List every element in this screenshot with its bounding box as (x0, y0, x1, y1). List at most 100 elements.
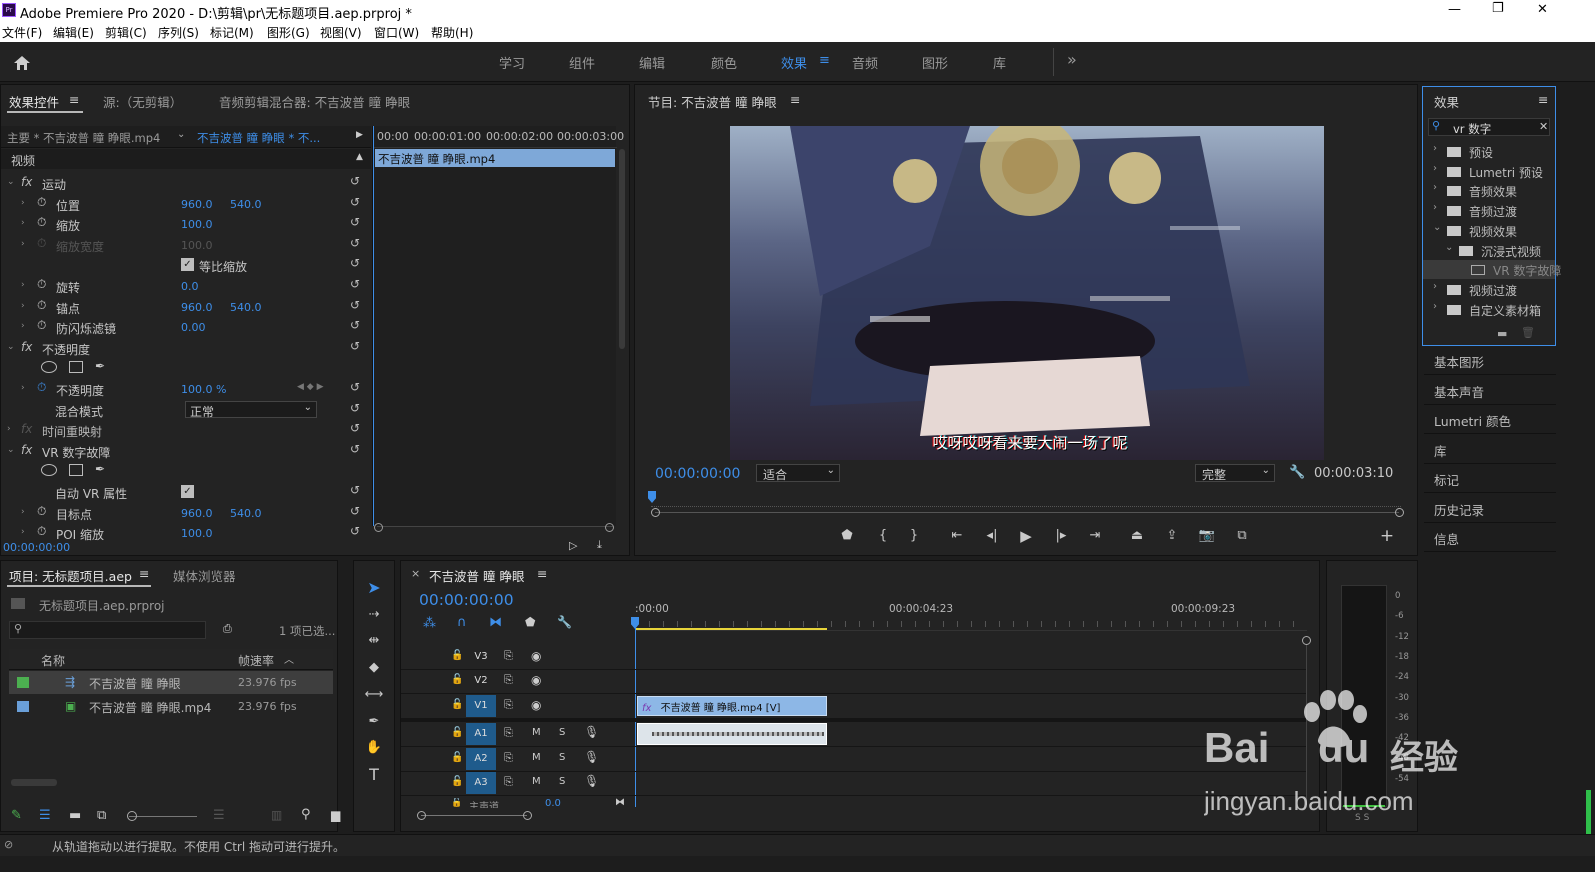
reset-icon[interactable]: ↺ (350, 236, 360, 250)
effect-controls-menu-icon[interactable]: ≡ (69, 92, 79, 107)
sort-icon[interactable]: ☰ (213, 808, 225, 823)
expand-triangle-icon[interactable]: › (21, 198, 25, 208)
clip-a1[interactable] (637, 723, 827, 745)
lock-icon[interactable]: 🔓 (451, 776, 463, 787)
mute-button[interactable]: M (532, 752, 541, 763)
fx-badge[interactable]: fx (21, 175, 32, 189)
stopwatch-icon[interactable]: ⏱ (37, 236, 46, 251)
close-sequence-icon[interactable]: × (411, 567, 420, 580)
reset-icon[interactable]: ↺ (350, 174, 360, 188)
menu-graphics[interactable]: 图形(G) (267, 24, 310, 41)
sequence-tab[interactable]: 不吉波普 瞳 睁眼 (429, 566, 524, 585)
microphone-icon[interactable]: 🎙 (584, 774, 599, 788)
pen-tool-icon[interactable]: ✒ (364, 712, 384, 732)
reset-icon[interactable]: ↺ (350, 442, 360, 456)
type-tool-icon[interactable]: T (364, 765, 384, 785)
solo-button[interactable]: S (559, 727, 565, 738)
keyframe-nav[interactable]: ◀ ◆ ▶ (297, 382, 324, 392)
linked-selection-icon[interactable]: ⧓ (489, 615, 502, 630)
side-panel-item[interactable]: 库 (1434, 441, 1447, 460)
list-view-icon[interactable]: ☰ (39, 808, 51, 823)
lock-icon[interactable]: 🔓 (451, 650, 463, 661)
tab-color[interactable]: 颜色 (711, 53, 737, 72)
project-hscroll[interactable] (11, 779, 57, 786)
reset-icon[interactable]: ↺ (350, 277, 360, 291)
program-monitor-title[interactable]: 节目: 不吉波普 瞳 睁眼 (648, 92, 777, 111)
effects-tree-item[interactable]: › 音频效果 (1423, 181, 1555, 200)
reset-icon[interactable]: ↺ (350, 504, 360, 518)
scroll-left-handle[interactable] (651, 508, 660, 517)
effect-row[interactable]: ⌄ fx 运动 ↺ (1, 173, 371, 193)
tab-effect-controls[interactable]: 效果控件 (9, 92, 59, 111)
property-value[interactable]: 960.0 (181, 301, 213, 314)
effect-row[interactable]: › ⏱ 缩放 100.0 ↺ (1, 214, 371, 234)
tab-audio[interactable]: 音频 (852, 53, 878, 72)
expand-triangle-icon[interactable]: › (21, 507, 25, 517)
lock-icon[interactable]: 🔓 (451, 674, 463, 685)
stopwatch-icon[interactable]: ⏱ (37, 215, 46, 230)
side-panel-item[interactable]: Lumetri 颜色 (1434, 411, 1511, 430)
freeform-view-icon[interactable]: ⧉ (97, 808, 106, 823)
sync-lock-icon[interactable]: ⎘ (504, 673, 513, 687)
step-back-button[interactable]: ◂| (982, 526, 1002, 546)
hscroll-right-handle[interactable] (523, 811, 532, 820)
home-icon[interactable] (13, 55, 31, 71)
property-value[interactable]: 0.00 (181, 321, 206, 334)
fx-badge[interactable]: fx (21, 340, 32, 354)
nest-icon[interactable]: ⁂ (423, 616, 436, 631)
menu-sequence[interactable]: 序列(S) (158, 24, 199, 41)
effects-tree-item[interactable]: ⌄ 沉浸式视频 (1423, 241, 1555, 260)
eye-icon[interactable]: ◉ (531, 698, 541, 712)
fx-badge[interactable]: fx (21, 422, 32, 436)
effect-row[interactable]: 混合模式 正常 ⌄ ↺ (1, 400, 371, 420)
property-value[interactable]: 100.0 (181, 218, 213, 231)
tab-libraries[interactable]: 库 (993, 53, 1006, 72)
microphone-icon[interactable]: 🎙 (584, 725, 599, 739)
effect-row[interactable]: ✓ 自动 VR 属性 ↺ (1, 482, 371, 502)
menu-view[interactable]: 视图(V) (320, 24, 362, 41)
timeline-hscroll[interactable] (421, 815, 527, 816)
new-search-bin-icon[interactable]: ⎙ (223, 622, 232, 636)
side-panel-item[interactable]: 标记 (1434, 470, 1459, 489)
expand-triangle-icon[interactable]: › (21, 239, 25, 249)
tab-effects[interactable]: 效果 (781, 53, 807, 72)
project-item[interactable]: ▣ 不吉波普 瞳 睁眼.mp4 23.976 fps (9, 695, 333, 718)
effects-tree-item[interactable]: VR 数字故障 (1423, 260, 1561, 280)
go-to-end-icon[interactable]: ⧓ (615, 798, 625, 808)
expand-triangle-icon[interactable]: › (21, 321, 25, 331)
menu-edit[interactable]: 编辑(E) (53, 24, 94, 41)
program-time-ruler[interactable] (651, 495, 1401, 507)
reset-icon[interactable]: ↺ (350, 380, 360, 394)
fit-select[interactable]: 适合 ⌄ (756, 464, 840, 482)
go-to-out-button[interactable]: ⇥ (1085, 526, 1105, 546)
sequence-menu-icon[interactable]: ≡ (537, 566, 547, 581)
stopwatch-icon[interactable]: ⏱ (37, 277, 46, 292)
property-value[interactable]: 0.0 (181, 280, 199, 293)
ec-scrollbar[interactable] (619, 149, 625, 349)
chevron-right-icon[interactable]: › (1433, 143, 1437, 154)
rectangle-mask-icon[interactable] (69, 361, 83, 374)
lock-icon[interactable]: 🔓 (451, 699, 463, 710)
chevron-right-icon[interactable]: › (1433, 182, 1437, 193)
expand-triangle-icon[interactable]: › (7, 424, 11, 434)
av-divider[interactable] (401, 719, 1306, 722)
lock-icon[interactable]: 🔓 (451, 798, 462, 808)
effects-tree-item[interactable]: › Lumetri 预设 (1423, 162, 1555, 181)
reset-icon[interactable]: ↺ (350, 524, 360, 538)
stopwatch-icon[interactable]: ⏱ (37, 195, 46, 210)
solo-button[interactable]: S (559, 752, 565, 763)
tab-media-browser[interactable]: 媒体浏览器 (173, 566, 236, 585)
program-timecode[interactable]: 00:00:00:00 (655, 466, 740, 482)
mute-button[interactable]: M (532, 776, 541, 787)
microphone-icon[interactable]: 🎙 (584, 750, 599, 764)
ec-hscroll-right-handle[interactable] (605, 523, 614, 532)
work-area-bar[interactable] (635, 628, 827, 630)
effect-row[interactable]: ⌄ fx 不透明度 ↺ (1, 338, 371, 358)
effects-panel-title[interactable]: 效果 (1434, 92, 1459, 111)
project-item[interactable]: ⇶ 不吉波普 瞳 睁眼 23.976 fps (9, 671, 333, 694)
side-panel-item[interactable]: 信息 (1434, 529, 1459, 548)
track-target-label[interactable]: A1 (466, 723, 496, 745)
stopwatch-icon[interactable]: ⏱ (37, 380, 46, 395)
timeline-settings-icon[interactable]: 🔧 (557, 615, 572, 629)
effects-tree-item[interactable]: › 视频过渡 (1423, 280, 1555, 299)
